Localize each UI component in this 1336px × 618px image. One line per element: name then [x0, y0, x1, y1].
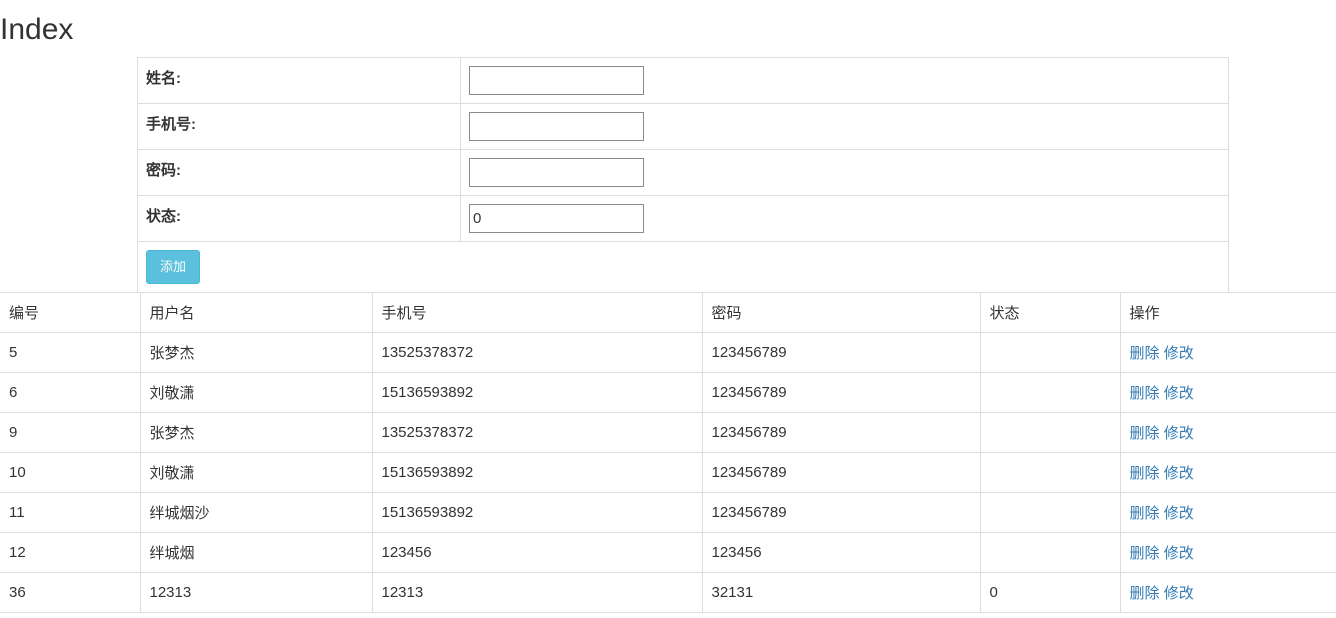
add-user-form: 姓名: 手机号: 密码: 状态: 添加 [137, 57, 1229, 293]
table-row: 5 张梦杰 13525378372 123456789 删除 修改 [0, 332, 1336, 373]
form-row-status: 状态: [137, 195, 1229, 242]
password-label: 密码: [137, 149, 461, 196]
cell-password: 123456789 [701, 332, 981, 373]
page-title: Index [0, 13, 74, 46]
cell-actions: 删除 修改 [1119, 492, 1336, 533]
header-id: 编号 [0, 292, 141, 333]
cell-status [979, 532, 1121, 573]
table-row: 9 张梦杰 13525378372 123456789 删除 修改 [0, 412, 1336, 453]
status-label: 状态: [137, 195, 461, 242]
edit-link[interactable]: 修改 [1164, 465, 1194, 482]
cell-phone: 12313 [371, 572, 703, 613]
edit-link[interactable]: 修改 [1164, 345, 1194, 362]
table-row: 10 刘敬潇 15136593892 123456789 删除 修改 [0, 452, 1336, 493]
delete-link[interactable]: 删除 [1130, 505, 1160, 522]
phone-label: 手机号: [137, 103, 461, 150]
edit-link[interactable]: 修改 [1164, 425, 1194, 442]
cell-password: 123456789 [701, 412, 981, 453]
cell-password: 32131 [701, 572, 981, 613]
cell-password: 123456789 [701, 372, 981, 413]
status-input[interactable] [469, 204, 644, 233]
edit-link[interactable]: 修改 [1164, 585, 1194, 602]
delete-link[interactable]: 删除 [1130, 585, 1160, 602]
cell-password: 123456789 [701, 452, 981, 493]
cell-phone: 15136593892 [371, 372, 703, 413]
form-row-submit: 添加 [137, 241, 1229, 293]
cell-actions: 删除 修改 [1119, 372, 1336, 413]
form-row-name: 姓名: [137, 57, 1229, 104]
cell-phone: 15136593892 [371, 492, 703, 533]
users-table: 编号 用户名 手机号 密码 状态 操作 5 张梦杰 13525378372 12345… [0, 292, 1336, 613]
delete-link[interactable]: 删除 [1130, 385, 1160, 402]
cell-actions: 删除 修改 [1119, 332, 1336, 373]
cell-actions: 删除 修改 [1119, 412, 1336, 453]
cell-status [979, 412, 1121, 453]
cell-status [979, 372, 1121, 413]
cell-phone: 13525378372 [371, 332, 703, 373]
header-status: 状态 [979, 292, 1121, 333]
delete-link[interactable]: 删除 [1130, 545, 1160, 562]
password-input[interactable] [469, 158, 644, 187]
header-actions: 操作 [1119, 292, 1336, 333]
edit-link[interactable]: 修改 [1164, 545, 1194, 562]
cell-username: 12313 [139, 572, 373, 613]
cell-id: 5 [0, 332, 141, 373]
delete-link[interactable]: 删除 [1130, 465, 1160, 482]
form-row-password: 密码: [137, 149, 1229, 196]
cell-id: 9 [0, 412, 141, 453]
delete-link[interactable]: 删除 [1130, 345, 1160, 362]
cell-status [979, 452, 1121, 493]
cell-phone: 13525378372 [371, 412, 703, 453]
cell-status: 0 [979, 572, 1121, 613]
cell-username: 刘敬潇 [139, 372, 373, 413]
cell-password: 123456789 [701, 492, 981, 533]
cell-phone: 15136593892 [371, 452, 703, 493]
edit-link[interactable]: 修改 [1164, 385, 1194, 402]
name-input[interactable] [469, 66, 644, 95]
table-row: 36 12313 12313 32131 0 删除 修改 [0, 572, 1336, 613]
cell-username: 张梦杰 [139, 412, 373, 453]
cell-status [979, 332, 1121, 373]
cell-actions: 删除 修改 [1119, 532, 1336, 573]
header-phone: 手机号 [371, 292, 703, 333]
form-row-phone: 手机号: [137, 103, 1229, 150]
cell-actions: 删除 修改 [1119, 452, 1336, 493]
header-password: 密码 [701, 292, 981, 333]
cell-id: 10 [0, 452, 141, 493]
cell-id: 12 [0, 532, 141, 573]
table-row: 12 绊城烟 123456 123456 删除 修改 [0, 532, 1336, 573]
add-button[interactable]: 添加 [146, 250, 200, 284]
table-row: 6 刘敬潇 15136593892 123456789 删除 修改 [0, 372, 1336, 413]
cell-phone: 123456 [371, 532, 703, 573]
cell-username: 张梦杰 [139, 332, 373, 373]
cell-password: 123456 [701, 532, 981, 573]
cell-actions: 删除 修改 [1119, 572, 1336, 613]
header-username: 用户名 [139, 292, 373, 333]
cell-username: 刘敬潇 [139, 452, 373, 493]
cell-username: 绊城烟 [139, 532, 373, 573]
phone-input[interactable] [469, 112, 644, 141]
cell-id: 36 [0, 572, 141, 613]
cell-username: 绊城烟沙 [139, 492, 373, 533]
table-body: 5 张梦杰 13525378372 123456789 删除 修改 6 刘敬潇 1513659… [0, 332, 1336, 613]
delete-link[interactable]: 删除 [1130, 425, 1160, 442]
table-header-row: 编号 用户名 手机号 密码 状态 操作 [0, 292, 1336, 333]
table-row: 11 绊城烟沙 15136593892 123456789 删除 修改 [0, 492, 1336, 533]
name-label: 姓名: [137, 57, 461, 104]
cell-status [979, 492, 1121, 533]
edit-link[interactable]: 修改 [1164, 505, 1194, 522]
cell-id: 11 [0, 492, 141, 533]
cell-id: 6 [0, 372, 141, 413]
